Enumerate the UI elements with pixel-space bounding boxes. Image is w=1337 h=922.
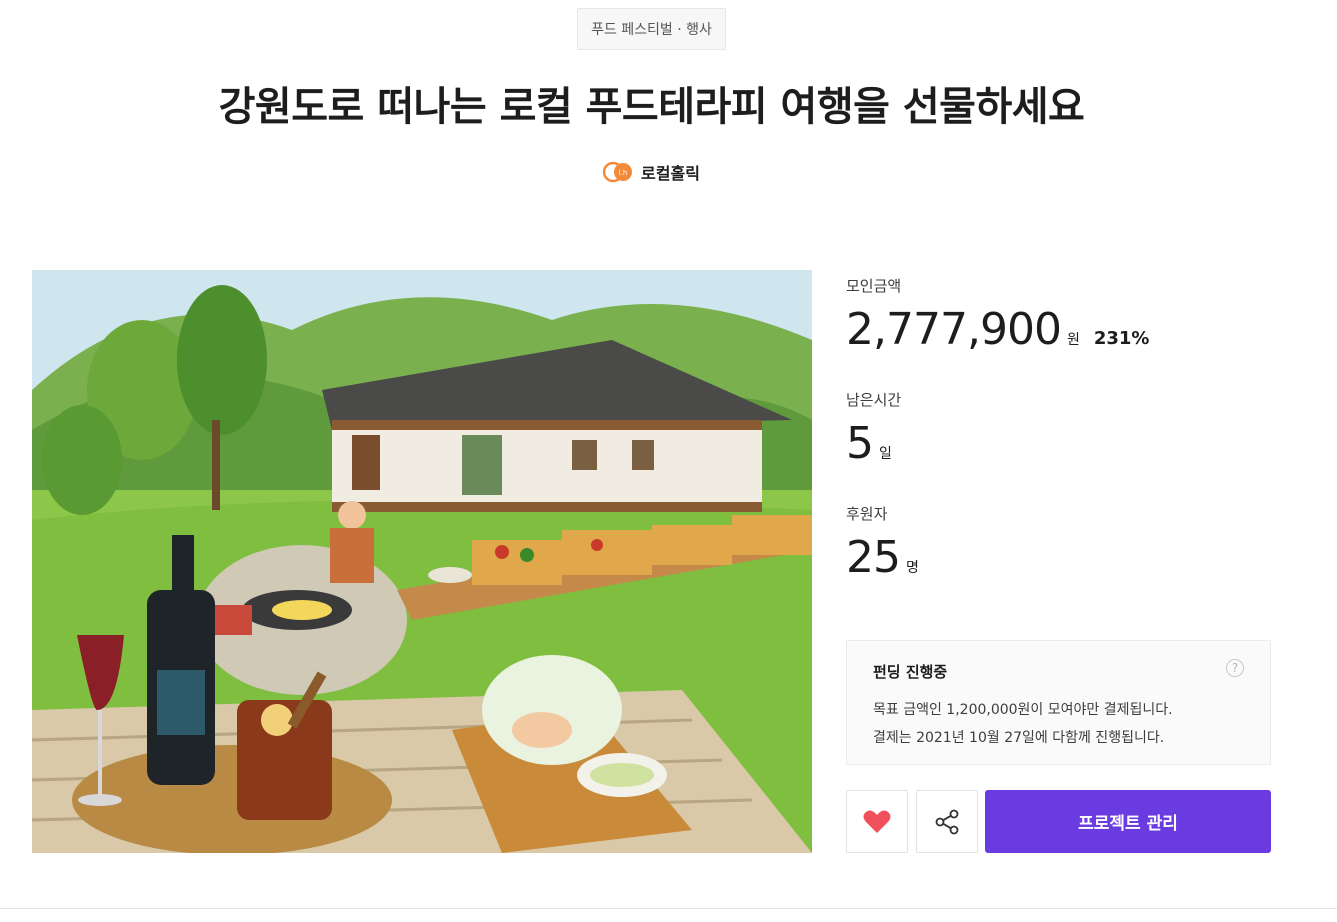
creator-profile[interactable]: l.h 로컬홀릭 (0, 160, 1303, 184)
amount-unit: 원 (1066, 332, 1080, 348)
share-button[interactable] (916, 790, 978, 853)
time-unit: 일 (879, 446, 892, 462)
backers-label: 후원자 (846, 505, 888, 523)
funding-info-box: 펀딩 진행중 ? 목표 금액인 1,200,000원이 모여야만 결제됩니다. … (846, 640, 1271, 765)
payment-date-note: 결제는 2021년 10월 27일에 다함께 진행됩니다. (873, 730, 1165, 746)
heart-icon (863, 810, 891, 833)
like-button[interactable] (846, 790, 908, 853)
amount-block: 2,777,900 원 231% (846, 304, 1149, 355)
backers-value: 25 (846, 532, 901, 583)
creator-name: 로컬홀릭 (641, 164, 700, 183)
time-label: 남은시간 (846, 391, 902, 409)
time-value: 5 (846, 418, 874, 469)
project-hero-image (32, 270, 812, 853)
amount-percent: 231% (1093, 328, 1150, 349)
manage-project-button[interactable]: 프로젝트 관리 (985, 790, 1271, 853)
backers-block: 25 명 (846, 532, 919, 583)
help-icon[interactable]: ? (1226, 659, 1244, 677)
page-title: 강원도로 떠나는 로컬 푸드테라피 여행을 선물하세요 (218, 84, 1085, 130)
share-icon (935, 809, 959, 834)
funding-goal-note: 목표 금액인 1,200,000원이 모여야만 결제됩니다. (873, 702, 1173, 718)
amount-label: 모인금액 (846, 277, 902, 295)
creator-logo: l.h (602, 161, 633, 183)
amount-value: 2,777,900 (846, 304, 1062, 355)
time-block: 5 일 (846, 418, 892, 469)
backers-unit: 명 (906, 560, 919, 576)
funding-status-title: 펀딩 진행중 (873, 663, 948, 681)
creator-logo-text: l.h (619, 169, 628, 177)
category-tag[interactable]: 푸드 페스티벌 · 행사 (577, 8, 726, 50)
bottom-divider (0, 908, 1337, 909)
